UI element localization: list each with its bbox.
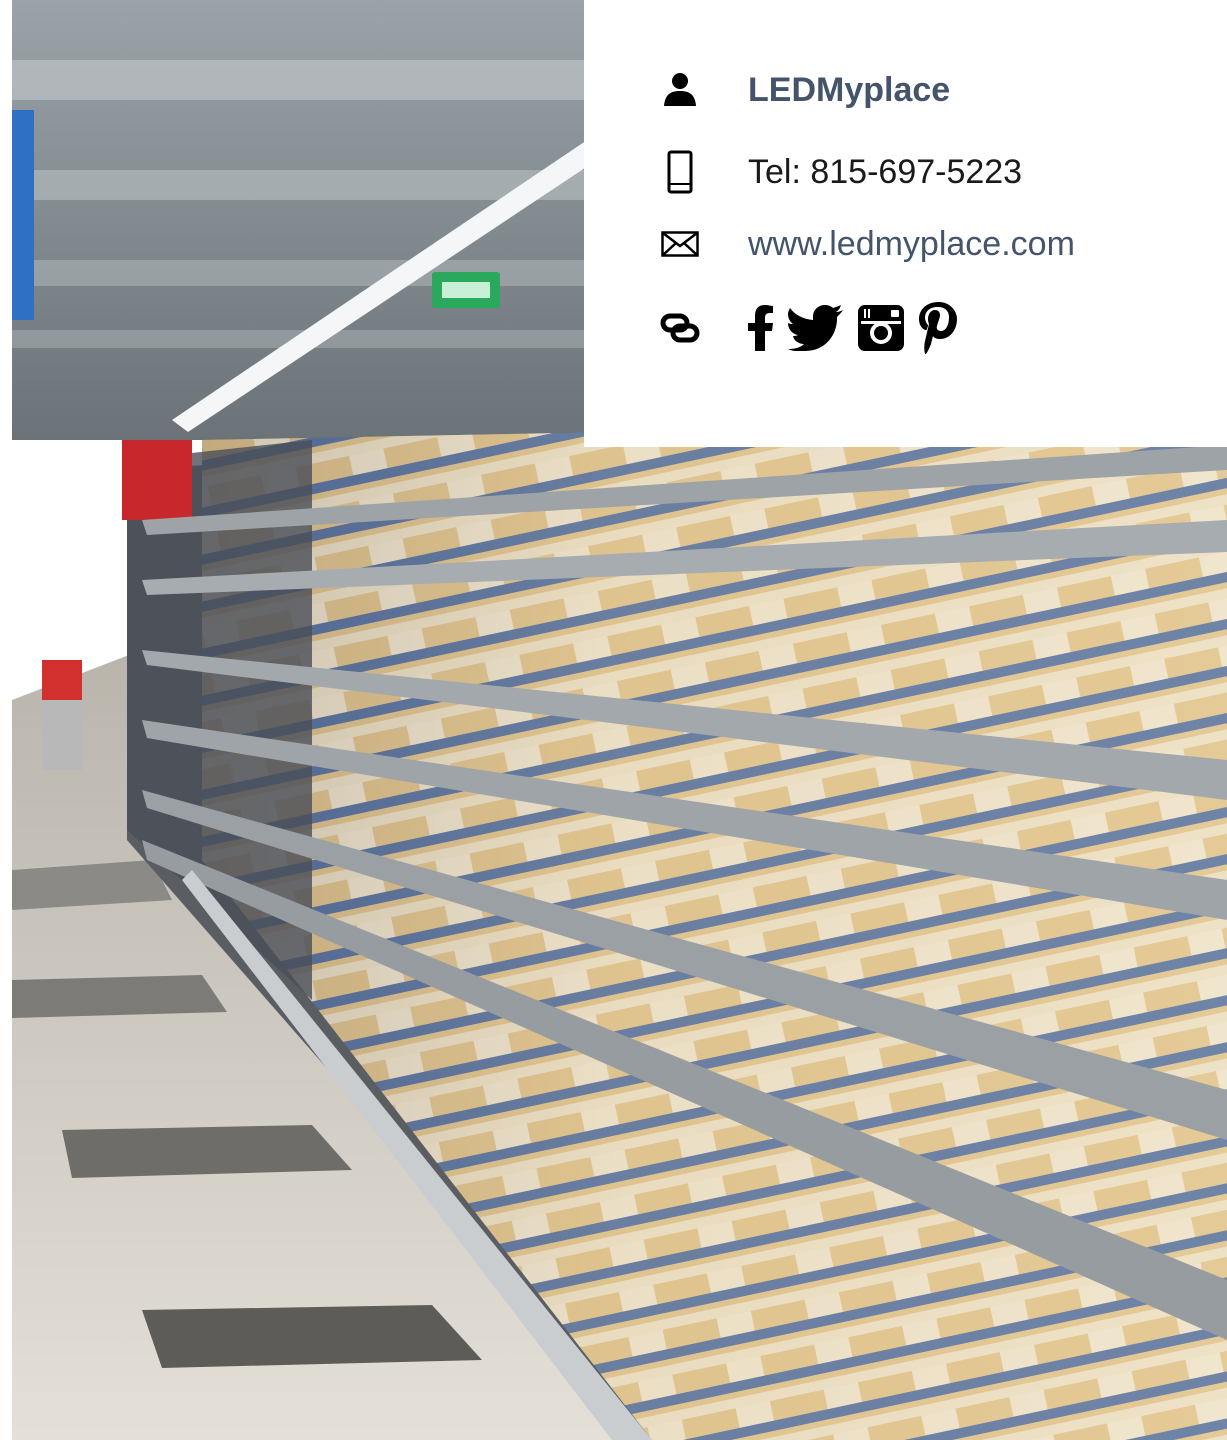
- contact-name-row: LEDMyplace: [584, 60, 1227, 120]
- envelope-icon: [660, 214, 700, 274]
- social-row: [584, 298, 1227, 358]
- mobile-phone-icon: [660, 142, 700, 202]
- pinterest-icon[interactable]: [918, 298, 958, 358]
- website-row: www.ledmyplace.com: [584, 214, 1227, 274]
- company-name: LEDMyplace: [748, 71, 951, 109]
- twitter-icon[interactable]: [788, 298, 844, 358]
- instagram-icon[interactable]: [858, 298, 904, 358]
- contact-card: LEDMyplace Tel: 815-697-5223 www.ledmypl…: [584, 0, 1227, 447]
- website-link[interactable]: www.ledmyplace.com: [748, 214, 1075, 274]
- facebook-icon[interactable]: [748, 298, 774, 358]
- link-icon: [660, 298, 700, 358]
- person-icon: [660, 60, 700, 120]
- phone-row: Tel: 815-697-5223: [584, 142, 1227, 202]
- social-links: [748, 298, 958, 358]
- phone-number: Tel: 815-697-5223: [748, 153, 1023, 191]
